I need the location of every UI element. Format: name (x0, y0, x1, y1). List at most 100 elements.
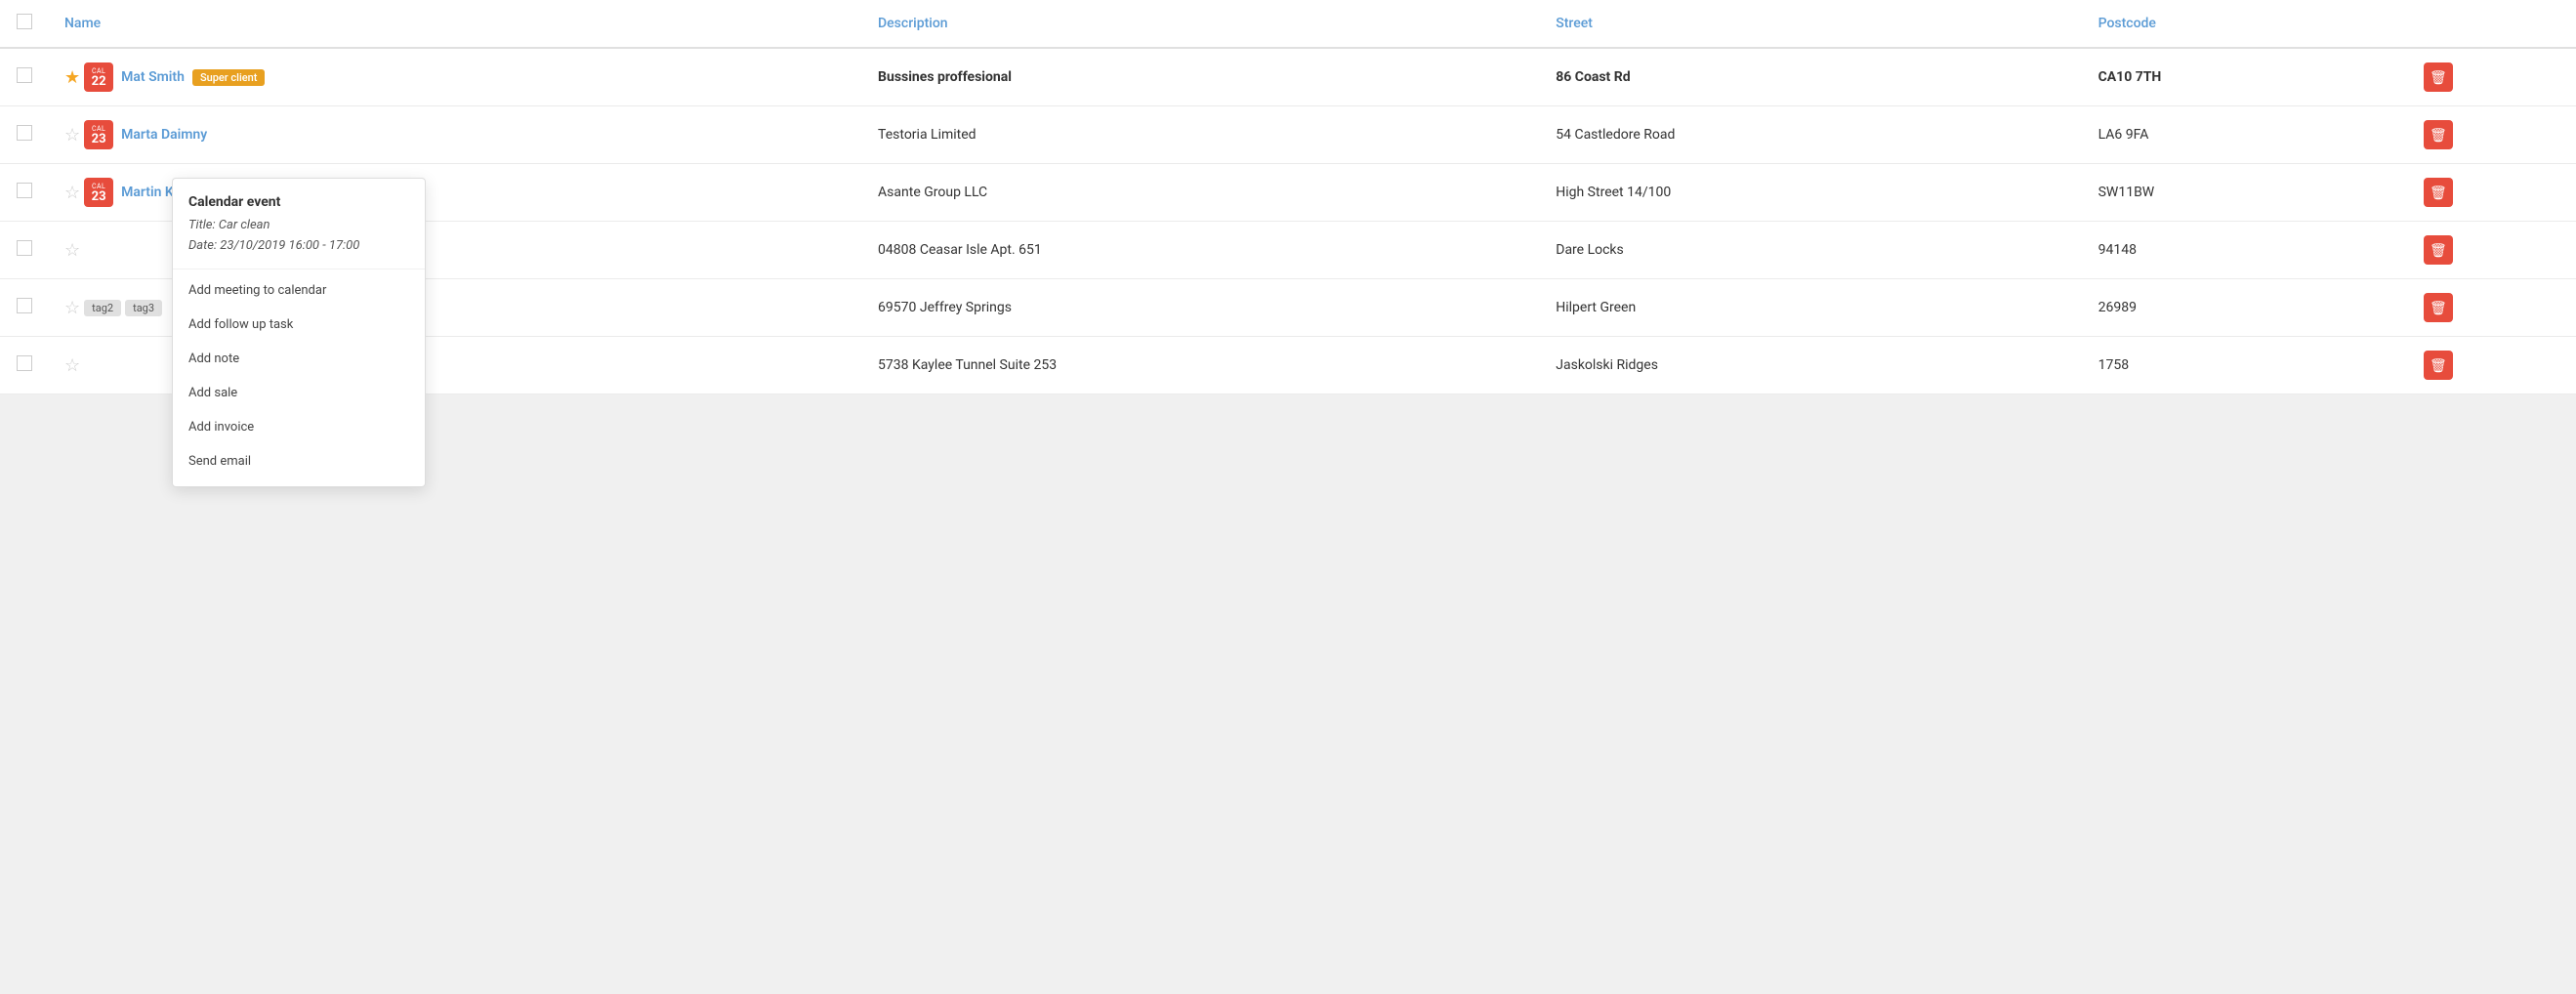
table-header-row: Name Description Street Postcode (0, 0, 2576, 48)
name-cell: ☆ tag2 tag3 (49, 279, 862, 337)
select-all-checkbox[interactable] (17, 14, 32, 29)
calendar-popup: Calendar event Title: Car clean Date: 23… (172, 178, 426, 487)
street-text: Hilpert Green (1556, 300, 1636, 315)
delete-button[interactable]: 🗑 (2424, 293, 2453, 322)
description-cell: 69570 Jeffrey Springs (862, 279, 1540, 337)
actions-cell: 🗑 (2408, 279, 2576, 337)
name-cell: ★ CAL 22 Mat Smith Super client (49, 48, 862, 106)
postcode-text: CA10 7TH (2098, 69, 2162, 85)
calendar-icon[interactable]: CAL 23 (84, 120, 113, 149)
description-cell: Asante Group LLC (862, 164, 1540, 222)
super-client-badge: Super client (192, 69, 266, 86)
contact-name-link[interactable]: Mat Smith (121, 69, 185, 85)
description-cell: 5738 Kaylee Tunnel Suite 253 (862, 337, 1540, 394)
star-icon-empty[interactable]: ☆ (64, 298, 80, 318)
popup-date-value: 23/10/2019 16:00 - 17:00 (220, 238, 359, 253)
calendar-icon[interactable]: CAL 22 (84, 62, 113, 92)
delete-button[interactable]: 🗑 (2424, 178, 2453, 207)
street-cell: 54 Castledore Road (1540, 106, 2082, 164)
street-cell: 86 Coast Rd (1540, 48, 2082, 106)
name-cell: ☆ (49, 337, 862, 394)
popup-title-value: Car clean (219, 218, 270, 232)
street-cell: Jaskolski Ridges (1540, 337, 2082, 394)
popup-event-label: Calendar event (188, 194, 409, 210)
row-checkbox-cell[interactable] (0, 106, 49, 164)
postcode-cell: 94148 (2083, 222, 2408, 279)
name-cell: ☆ CAL 23 Marta Daimny (49, 106, 862, 164)
street-cell: Dare Locks (1540, 222, 2082, 279)
row-checkbox[interactable] (17, 298, 32, 313)
row-checkbox[interactable] (17, 240, 32, 256)
postcode-cell: 26989 (2083, 279, 2408, 337)
row-checkbox-cell[interactable] (0, 222, 49, 279)
popup-title-label: Title: (188, 218, 216, 232)
popup-menu-item-email[interactable]: Send email (173, 444, 425, 478)
street-text: Dare Locks (1556, 242, 1624, 258)
row-checkbox[interactable] (17, 183, 32, 198)
postcode-cell: SW11BW (2083, 164, 2408, 222)
actions-cell: 🗑 (2408, 222, 2576, 279)
popup-date-label: Date: (188, 238, 217, 253)
table-row: ☆ CAL 23 Martin Kowalsky VIP Calendar ev… (0, 164, 2576, 222)
row-checkbox-cell[interactable] (0, 164, 49, 222)
delete-button[interactable]: 🗑 (2424, 120, 2453, 149)
description-text: Asante Group LLC (878, 185, 987, 200)
popup-menu-item-sale[interactable]: Add sale (173, 376, 425, 410)
delete-button[interactable]: 🗑 (2424, 235, 2453, 265)
row-checkbox[interactable] (17, 67, 32, 83)
delete-button[interactable]: 🗑 (2424, 351, 2453, 380)
row-checkbox[interactable] (17, 125, 32, 141)
description-text: 04808 Ceasar Isle Apt. 651 (878, 242, 1042, 258)
street-cell: High Street 14/100 (1540, 164, 2082, 222)
postcode-text: 94148 (2098, 242, 2137, 258)
street-text: High Street 14/100 (1556, 185, 1671, 200)
table-row: ☆ CAL 23 Marta Daimny Testoria Limited 5… (0, 106, 2576, 164)
postcode-text: SW11BW (2098, 185, 2155, 200)
row-checkbox-cell[interactable] (0, 48, 49, 106)
checkbox-header[interactable] (0, 0, 49, 48)
tag: tag3 (125, 300, 162, 316)
calendar-icon[interactable]: CAL 23 (84, 178, 113, 207)
postcode-text: 26989 (2098, 300, 2137, 315)
star-icon-empty[interactable]: ☆ (64, 240, 80, 261)
star-icon-empty[interactable]: ☆ (64, 355, 80, 376)
postcode-text: 1758 (2098, 357, 2129, 373)
street-cell: Hilpert Green (1540, 279, 2082, 337)
postcode-cell: CA10 7TH (2083, 48, 2408, 106)
row-checkbox-cell[interactable] (0, 337, 49, 394)
tag: tag2 (84, 300, 121, 316)
description-text: Bussines proffesional (878, 69, 1012, 85)
star-icon-empty[interactable]: ☆ (64, 125, 80, 145)
delete-button[interactable]: 🗑 (2424, 62, 2453, 92)
star-icon-filled[interactable]: ★ (64, 67, 80, 88)
actions-cell: 🗑 (2408, 164, 2576, 222)
street-column-header: Street (1540, 0, 2082, 48)
name-cell: ☆ CAL 23 Martin Kowalsky VIP Calendar ev… (49, 164, 862, 222)
description-cell: Testoria Limited (862, 106, 1540, 164)
street-text: 86 Coast Rd (1556, 69, 1630, 85)
actions-cell: 🗑 (2408, 48, 2576, 106)
description-column-header: Description (862, 0, 1540, 48)
popup-menu-item-calendar[interactable]: Add meeting to calendar (173, 273, 425, 308)
postcode-column-header: Postcode (2083, 0, 2408, 48)
table-row: ★ CAL 22 Mat Smith Super client Bussines… (0, 48, 2576, 106)
postcode-cell: 1758 (2083, 337, 2408, 394)
actions-cell: 🗑 (2408, 337, 2576, 394)
row-checkbox[interactable] (17, 355, 32, 371)
actions-column-header (2408, 0, 2576, 48)
row-checkbox-cell[interactable] (0, 279, 49, 337)
description-text: 69570 Jeffrey Springs (878, 300, 1012, 315)
popup-event-info: Calendar event Title: Car clean Date: 23… (173, 194, 425, 269)
popup-title-line: Title: Car clean (188, 216, 409, 236)
popup-menu-item-followup[interactable]: Add follow up task (173, 308, 425, 342)
contacts-table: Name Description Street Postcode ★ CAL (0, 0, 2576, 394)
popup-menu-item-invoice[interactable]: Add invoice (173, 410, 425, 444)
popup-menu-item-note[interactable]: Add note (173, 342, 425, 376)
contact-name-link[interactable]: Marta Daimny (121, 127, 207, 143)
actions-cell: 🗑 (2408, 106, 2576, 164)
name-column-header: Name (49, 0, 862, 48)
postcode-cell: LA6 9FA (2083, 106, 2408, 164)
star-icon-empty[interactable]: ☆ (64, 183, 80, 203)
name-cell: ☆ (49, 222, 862, 279)
street-text: 54 Castledore Road (1556, 127, 1675, 143)
